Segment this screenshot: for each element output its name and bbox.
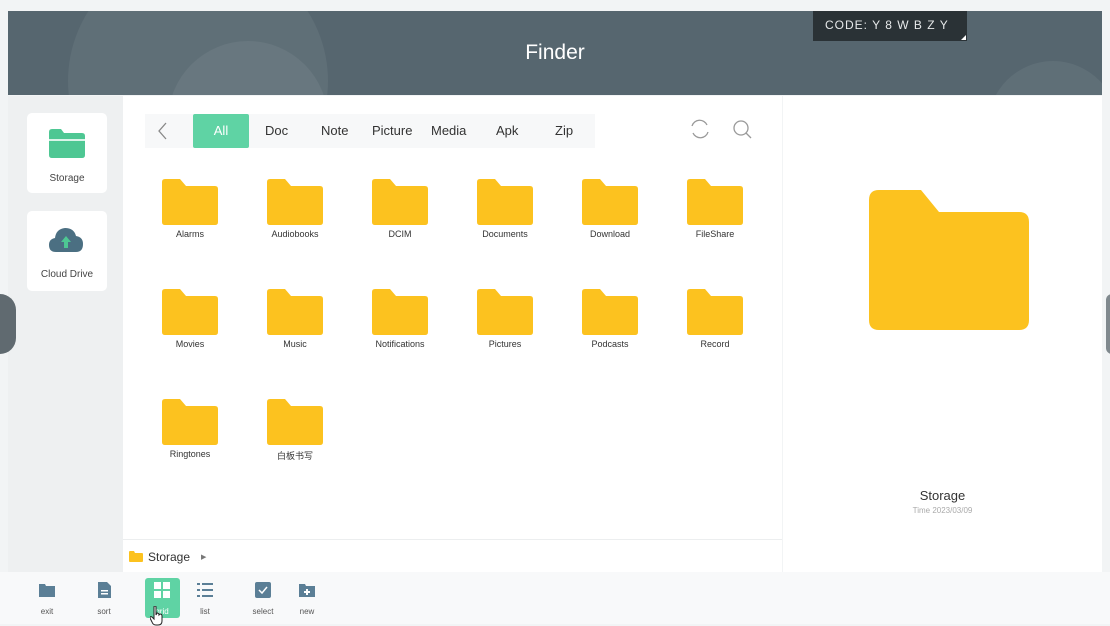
folder-icon [372, 179, 428, 225]
hand-cursor-icon [150, 606, 163, 626]
folder-icon [869, 190, 1029, 330]
chevron-right-icon: ▶ [201, 554, 207, 561]
tab-note[interactable]: Note [321, 123, 348, 138]
sort-button[interactable]: sort [84, 582, 124, 616]
tab-media[interactable]: Media [431, 123, 466, 138]
sidebar-item-label: Storage [49, 173, 85, 184]
bottom-toolbar: exit sort grid list select new [0, 572, 1110, 624]
tab-picture[interactable]: Picture [372, 123, 412, 138]
list-button[interactable]: list [185, 582, 225, 616]
folder-name: Audiobooks [271, 229, 319, 239]
breadcrumb-storage[interactable]: Storage [148, 550, 190, 564]
new-button[interactable]: new [287, 582, 327, 616]
folder-name: Alarms [175, 229, 204, 239]
cloud-icon [49, 228, 83, 252]
app-title: Finder [525, 41, 585, 64]
folder-item[interactable]: Audiobooks [245, 179, 345, 239]
folder-icon [372, 289, 428, 335]
folder-item[interactable]: Music [245, 289, 345, 349]
folder-icon [477, 289, 533, 335]
select-button[interactable]: select [243, 582, 283, 616]
folder-icon [162, 399, 218, 445]
path-bar: Storage ▶ [123, 539, 782, 573]
select-label: select [252, 607, 274, 616]
folder-icon [129, 551, 143, 562]
search-icon[interactable] [729, 116, 755, 142]
file-browser: All Doc Note Picture Media Apk Zip Alarm… [123, 96, 782, 572]
preview-time: Time 2023/03/09 [912, 506, 973, 515]
folder-name: 白板书写 [276, 451, 313, 461]
folder-name: FileShare [695, 229, 735, 239]
list-label: list [200, 607, 210, 616]
grid-icon [154, 582, 170, 598]
back-icon[interactable] [155, 121, 171, 141]
new-folder-icon [299, 584, 315, 597]
folder-icon [267, 179, 323, 225]
tab-apk[interactable]: Apk [496, 123, 518, 138]
checkbox-icon [255, 582, 271, 598]
folder-icon [687, 179, 743, 225]
folder-exit-icon [39, 584, 55, 597]
list-icon [197, 583, 213, 597]
exit-label: exit [40, 607, 54, 616]
folder-icon [162, 179, 218, 225]
folder-item[interactable]: 白板书写 [245, 399, 345, 462]
folder-icon [477, 179, 533, 225]
right-drawer-handle[interactable] [1106, 294, 1110, 354]
preview-title: Storage [919, 488, 966, 503]
folder-item[interactable]: DCIM [350, 179, 450, 239]
folder-name: Movies [175, 339, 205, 349]
sort-label: sort [97, 607, 111, 616]
folder-item[interactable]: Podcasts [560, 289, 660, 349]
exit-button[interactable]: exit [27, 582, 67, 616]
folder-item[interactable]: Alarms [140, 179, 240, 239]
sidebar-item-cloud-drive[interactable]: Cloud Drive [27, 211, 107, 291]
sidebar-item-label: Cloud Drive [40, 269, 94, 280]
folder-icon [162, 289, 218, 335]
folder-name: Podcasts [591, 339, 629, 349]
folder-name: Ringtones [169, 449, 211, 459]
folder-item[interactable]: Download [560, 179, 660, 239]
code-text: CODE: Y 8 W B Z Y [825, 18, 949, 32]
folder-icon [687, 289, 743, 335]
sidebar: Storage Cloud Drive [8, 96, 123, 572]
folder-item[interactable]: FileShare [665, 179, 765, 239]
folder-item[interactable]: Documents [455, 179, 555, 239]
app-header: Finder CODE: Y 8 W B Z Y [8, 11, 1102, 95]
folder-icon [582, 179, 638, 225]
new-label: new [299, 607, 315, 616]
corner-mark [961, 35, 966, 40]
folder-name: DCIM [388, 229, 412, 239]
folder-name: Download [589, 229, 631, 239]
folder-icon [267, 399, 323, 445]
preview-panel: Storage Time 2023/03/09 [783, 96, 1102, 572]
filter-tabs: All Doc Note Picture Media Apk Zip [145, 114, 595, 148]
folder-item[interactable]: Ringtones [140, 399, 240, 459]
sidebar-item-storage[interactable]: Storage [27, 113, 107, 193]
folder-icon [49, 129, 85, 158]
folder-name: Pictures [488, 339, 522, 349]
folder-item[interactable]: Notifications [350, 289, 450, 349]
folder-icon [267, 289, 323, 335]
folder-item[interactable]: Record [665, 289, 765, 349]
folder-name: Notifications [375, 339, 425, 349]
folder-icon [582, 289, 638, 335]
refresh-icon[interactable] [687, 116, 713, 142]
tab-zip[interactable]: Zip [555, 123, 573, 138]
tab-doc[interactable]: Doc [265, 123, 288, 138]
folder-name: Record [700, 339, 730, 349]
sort-icon [98, 582, 111, 598]
folder-name: Music [283, 339, 307, 349]
left-drawer-handle[interactable] [0, 294, 16, 354]
folder-item[interactable]: Pictures [455, 289, 555, 349]
tab-all[interactable]: All [193, 114, 249, 148]
folder-item[interactable]: Movies [140, 289, 240, 349]
folder-name: Documents [482, 229, 528, 239]
code-badge: CODE: Y 8 W B Z Y [813, 11, 967, 41]
